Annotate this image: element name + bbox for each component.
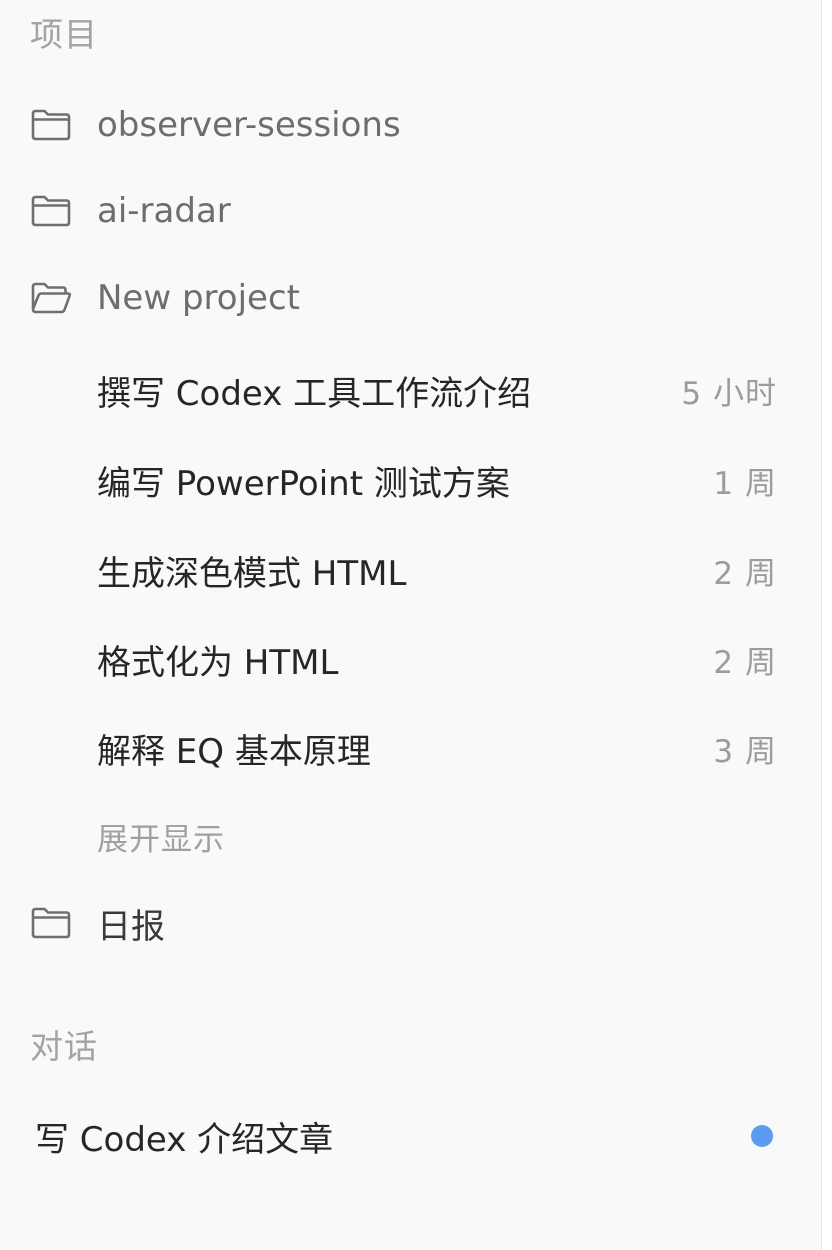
folder-icon — [31, 907, 71, 939]
chat-title: 编写 PowerPoint 测试方案 — [97, 463, 510, 504]
folder-icon — [31, 195, 71, 227]
expand-label: 展开显示 — [97, 821, 225, 858]
chat-timestamp: 2 周 — [713, 644, 777, 681]
folder-label: 日报 — [97, 906, 165, 947]
unread-dot — [751, 1125, 773, 1147]
conversations-section-title: 对话 — [30, 1027, 98, 1066]
chat-timestamp: 5 小时 — [681, 375, 777, 412]
chat-title: 生成深色模式 HTML — [97, 553, 407, 594]
project-folder-ai-radar[interactable]: ai-radar — [0, 176, 821, 246]
chat-item[interactable]: 撰写 Codex 工具工作流介绍 5 小时 — [0, 355, 821, 425]
conversation-title: 写 Codex 介绍文章 — [35, 1119, 334, 1160]
folder-label: ai-radar — [97, 191, 231, 231]
folder-label: New project — [97, 278, 300, 318]
project-folder-observer-sessions[interactable]: observer-sessions — [0, 90, 821, 160]
project-folder-daily[interactable]: 日报 — [0, 888, 821, 958]
sidebar: 项目 observer-sessions ai-radar New projec… — [0, 0, 822, 1250]
chat-timestamp: 2 周 — [713, 555, 777, 592]
chat-title: 撰写 Codex 工具工作流介绍 — [97, 373, 532, 414]
conversation-item[interactable]: 写 Codex 介绍文章 — [0, 1101, 821, 1171]
chat-item[interactable]: 解释 EQ 基本原理 3 周 — [0, 713, 821, 783]
chat-item[interactable]: 生成深色模式 HTML 2 周 — [0, 535, 821, 605]
chat-timestamp: 1 周 — [713, 465, 777, 502]
chat-timestamp: 3 周 — [713, 733, 777, 770]
folder-open-icon — [31, 282, 72, 314]
projects-section-title: 项目 — [30, 15, 98, 54]
chat-title: 解释 EQ 基本原理 — [97, 731, 371, 772]
chat-title: 格式化为 HTML — [97, 642, 339, 683]
project-folder-new-project[interactable]: New project — [0, 263, 821, 333]
chat-item[interactable]: 编写 PowerPoint 测试方案 1 周 — [0, 445, 821, 515]
folder-label: observer-sessions — [97, 105, 401, 145]
chat-item[interactable]: 格式化为 HTML 2 周 — [0, 624, 821, 694]
folder-icon — [31, 109, 71, 141]
expand-button[interactable]: 展开显示 — [0, 801, 821, 871]
